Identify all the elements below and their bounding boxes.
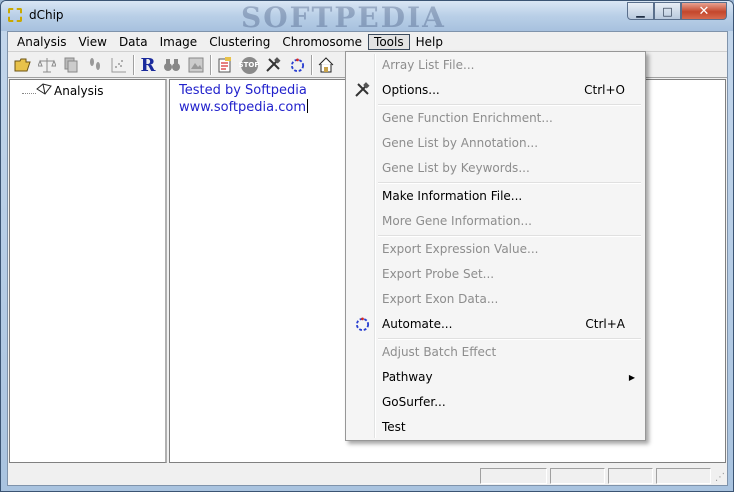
menu-item-export-probe-set[interactable]: Export Probe Set... (348, 263, 643, 285)
menu-item-gene-list-by-annotation[interactable]: Gene List by Annotation... (348, 132, 643, 154)
menu-item-automate[interactable]: Automate... Ctrl+A (348, 313, 643, 335)
menu-tools[interactable]: Tools (368, 33, 410, 50)
menu-separator (378, 104, 641, 106)
menu-item-label: Make Information File... (382, 189, 523, 203)
menu-item-more-gene-information[interactable]: More Gene Information... (348, 210, 643, 232)
menu-item-label: Export Expression Value... (382, 242, 539, 256)
menu-item-label: Test (382, 420, 406, 434)
menu-item-gene-list-by-keywords[interactable]: Gene List by Keywords... (348, 157, 643, 179)
tools-dropdown-menu: Array List File... Options... Ctrl+O Gen… (345, 51, 646, 441)
toolbar-separator (311, 55, 312, 75)
menu-item-label: Array List File... (382, 58, 475, 72)
menu-item-pathway[interactable]: Pathway ▶ (348, 366, 643, 388)
status-bar: ⋰ (8, 465, 727, 485)
menu-item-label: Export Exon Data... (382, 292, 499, 306)
status-panel-4 (656, 468, 711, 484)
menu-image[interactable]: Image (154, 34, 204, 50)
menu-item-label: More Gene Information... (382, 214, 532, 228)
r-icon[interactable]: R (136, 54, 160, 76)
stop-sign: STOP (239, 56, 259, 74)
menu-item-options[interactable]: Options... Ctrl+O (348, 79, 643, 101)
menu-help[interactable]: Help (410, 34, 449, 50)
maximize-button[interactable]: □ (654, 2, 681, 20)
menu-item-test[interactable]: Test (348, 416, 643, 438)
tools-icon[interactable] (261, 54, 285, 76)
menu-separator (378, 235, 641, 237)
resize-grip-icon[interactable]: ⋰ (715, 472, 725, 483)
menu-item-label: Automate... (382, 317, 453, 331)
automate-icon[interactable] (285, 54, 309, 76)
notes-icon[interactable] (213, 54, 237, 76)
binoculars-icon[interactable] (160, 54, 184, 76)
menu-clustering[interactable]: Clustering (203, 34, 276, 50)
menu-analysis[interactable]: Analysis (11, 34, 72, 50)
tree-item-analysis[interactable]: Analysis (54, 84, 103, 98)
text-caret (307, 99, 308, 113)
menu-item-gosurfer[interactable]: GoSurfer... (348, 391, 643, 413)
status-panel-1 (480, 468, 547, 484)
toolbar-separator (210, 55, 211, 75)
window-title: dChip (29, 8, 64, 22)
tree-pane[interactable]: Analysis (9, 79, 167, 463)
copy-icon[interactable] (59, 54, 83, 76)
app-window: dChip SOFTPEDIA ▁ □ ✕ Analysis View Data… (0, 0, 734, 492)
menu-item-label: Pathway (382, 370, 433, 384)
menu-item-label: Gene List by Annotation... (382, 136, 539, 150)
image-icon[interactable] (184, 54, 208, 76)
status-panel-2 (550, 468, 605, 484)
menu-item-make-information-file[interactable]: Make Information File... (348, 185, 643, 207)
window-controls: ▁ □ ✕ (627, 2, 727, 20)
tools-icon (348, 82, 376, 98)
menu-item-gene-function-enrichment[interactable]: Gene Function Enrichment... (348, 107, 643, 129)
menu-view[interactable]: View (72, 34, 112, 50)
status-panel-3 (608, 468, 653, 484)
title-bar[interactable]: dChip SOFTPEDIA ▁ □ ✕ (1, 1, 733, 34)
close-button[interactable]: ✕ (681, 2, 727, 20)
editor-line-2-wrapper: www.softpedia.com (179, 99, 308, 116)
menu-item-label: Gene List by Keywords... (382, 161, 530, 175)
tree-connector (22, 93, 36, 94)
menu-item-adjust-batch-effect[interactable]: Adjust Batch Effect (348, 341, 643, 363)
scatter-icon[interactable] (107, 54, 131, 76)
menu-item-shortcut: Ctrl+A (585, 317, 625, 331)
menu-separator (378, 182, 641, 184)
menu-bar: Analysis View Data Image Clustering Chro… (8, 32, 727, 52)
balance-icon[interactable] (35, 54, 59, 76)
menu-item-label: Gene Function Enrichment... (382, 111, 553, 125)
toolbar-separator (133, 55, 134, 75)
menu-item-export-exon-data[interactable]: Export Exon Data... (348, 288, 643, 310)
menu-item-label: Options... (382, 83, 440, 97)
menu-data[interactable]: Data (113, 34, 154, 50)
analysis-node-icon[interactable] (36, 83, 52, 99)
editor-text[interactable]: Tested by Softpedia www.softpedia.com (179, 82, 308, 116)
menu-item-shortcut: Ctrl+O (584, 83, 625, 97)
menu-chromosome[interactable]: Chromosome (276, 34, 368, 50)
softpedia-watermark: SOFTPEDIA (241, 1, 446, 34)
automate-icon (348, 316, 376, 332)
menu-separator (378, 338, 641, 340)
stop-icon[interactable]: STOP (237, 54, 261, 76)
minimize-button[interactable]: ▁ (627, 2, 654, 20)
editor-line-2: www.softpedia.com (179, 100, 306, 115)
home-icon[interactable] (314, 54, 338, 76)
menu-item-export-expression-value[interactable]: Export Expression Value... (348, 238, 643, 260)
submenu-arrow-icon: ▶ (628, 372, 635, 382)
menu-item-label: GoSurfer... (382, 395, 446, 409)
editor-line-1: Tested by Softpedia (179, 83, 307, 98)
menu-item-array-list-file[interactable]: Array List File... (348, 54, 643, 76)
open-folder-icon[interactable] (11, 54, 35, 76)
menu-item-label: Adjust Batch Effect (382, 345, 497, 359)
footprints-icon[interactable] (83, 54, 107, 76)
dchip-app-icon[interactable] (8, 8, 22, 22)
menu-item-label: Export Probe Set... (382, 267, 495, 281)
